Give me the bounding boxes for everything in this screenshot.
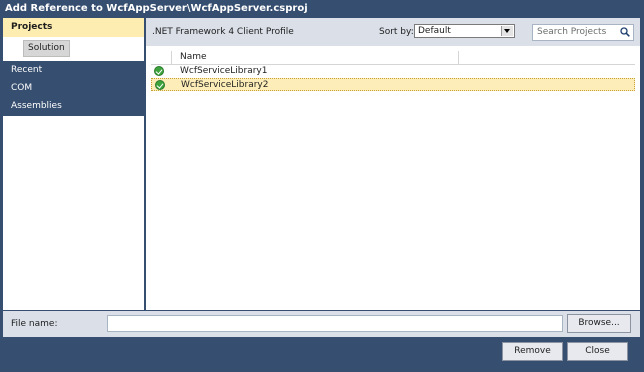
check-circle-icon [154,66,164,76]
file-name-input[interactable] [107,315,563,332]
nav-section-projects[interactable]: Projects [3,18,144,37]
window-title: Add Reference to WcfAppServer\WcfAppServ… [0,0,644,18]
list-header: Name [151,51,635,65]
close-button[interactable]: Close [567,342,628,361]
search-icon[interactable] [620,27,630,37]
column-name[interactable]: Name [172,51,459,64]
filter-header: .NET Framework 4 Client Profile Sort by:… [146,18,640,46]
target-framework-label: .NET Framework 4 Client Profile [152,27,294,37]
column-status[interactable] [151,51,172,64]
search-input[interactable]: Search Projects [532,24,634,41]
remove-button[interactable]: Remove [502,342,563,361]
main-pane: .NET Framework 4 Client Profile Sort by:… [146,18,640,310]
browse-button[interactable]: Browse... [567,314,631,333]
nav-subitem-solution[interactable]: Solution [23,40,70,57]
nav-item-assemblies[interactable]: Assemblies [3,97,144,115]
chevron-down-icon[interactable] [501,26,513,36]
sort-by-label: Sort by: [379,27,414,37]
nav-other-sections: Recent COM Assemblies [3,61,144,116]
list-item-label: WcfServiceLibrary1 [180,66,268,76]
nav-item-com[interactable]: COM [3,79,144,97]
nav-subsection: Solution [3,37,144,61]
add-reference-dialog: Add Reference to WcfAppServer\WcfAppServ… [0,0,644,372]
left-navigation: Projects Solution Recent COM Assemblies [3,18,144,310]
search-placeholder: Search Projects [537,27,607,37]
nav-item-recent[interactable]: Recent [3,61,144,79]
file-name-label: File name: [11,319,58,329]
file-name-bar: File name: Browse... [3,311,640,337]
list-item-label: WcfServiceLibrary2 [181,80,269,90]
sort-by-select[interactable]: Default [414,24,515,38]
check-circle-icon [155,80,165,90]
list-item-selected[interactable]: WcfServiceLibrary2 [151,78,635,91]
list-item[interactable]: WcfServiceLibrary1 [151,65,635,78]
sort-by-value: Default [418,26,451,36]
